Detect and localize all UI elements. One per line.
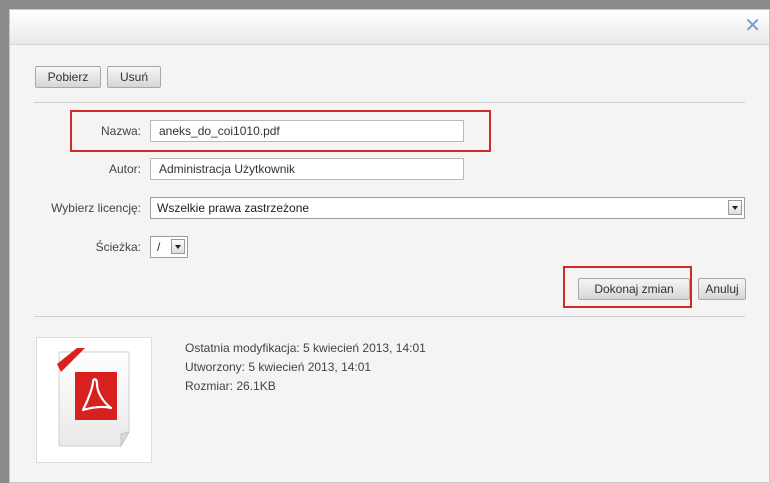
file-edit-dialog: ✕ Pobierz Usuń Nazwa: aneks_do_coi1010.p…	[9, 9, 770, 483]
modified-info: Ostatnia modyfikacja: 5 kwiecień 2013, 1…	[185, 341, 426, 355]
delete-button[interactable]: Usuń	[107, 66, 161, 88]
path-select-value: /	[157, 240, 161, 254]
cancel-button[interactable]: Anuluj	[698, 278, 746, 300]
chevron-down-icon[interactable]	[728, 200, 742, 215]
license-select-value: Wszelkie prawa zastrzeżone	[157, 201, 310, 215]
path-select[interactable]: /	[150, 236, 188, 258]
path-label: Ścieżka:	[95, 240, 141, 254]
license-label: Wybierz licencję:	[51, 201, 141, 215]
backdrop	[0, 0, 770, 9]
size-info: Rozmiar: 26.1KB	[185, 379, 276, 393]
license-select[interactable]: Wszelkie prawa zastrzeżone	[150, 197, 745, 219]
pdf-file-icon	[57, 348, 131, 448]
file-thumbnail	[36, 337, 152, 463]
apply-changes-button[interactable]: Dokonaj zmian	[578, 278, 690, 300]
name-field[interactable]: aneks_do_coi1010.pdf	[150, 120, 464, 142]
chevron-down-icon[interactable]	[171, 239, 185, 254]
author-field[interactable]: Administracja Użytkownik	[150, 158, 464, 180]
divider	[34, 102, 745, 103]
created-info: Utworzony: 5 kwiecień 2013, 14:01	[185, 360, 372, 374]
backdrop-left	[0, 9, 9, 483]
close-icon[interactable]: ✕	[744, 16, 761, 36]
dialog-titlebar: ✕	[10, 10, 769, 45]
download-button[interactable]: Pobierz	[35, 66, 101, 88]
name-label: Nazwa:	[100, 124, 141, 138]
divider	[34, 316, 745, 317]
author-label: Autor:	[108, 162, 141, 176]
